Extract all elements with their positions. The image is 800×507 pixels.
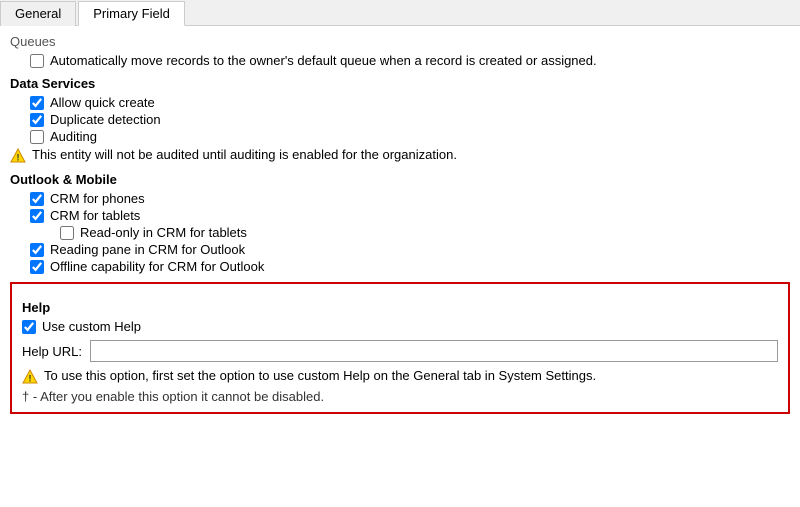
use-custom-help-checkbox[interactable] [22, 320, 36, 334]
duplicate-detection-label: Duplicate detection [50, 112, 161, 127]
auditing-checkbox[interactable] [30, 130, 44, 144]
crm-phones-row: CRM for phones [30, 191, 790, 206]
help-url-row: Help URL: [22, 340, 778, 362]
use-custom-help-label: Use custom Help [42, 319, 141, 334]
queues-label: Queues [10, 34, 790, 49]
auditing-warning-text: This entity will not be audited until au… [32, 147, 457, 162]
use-custom-help-row: Use custom Help [22, 319, 778, 334]
readonly-tablets-label: Read-only in CRM for tablets [80, 225, 247, 240]
crm-tablets-row: CRM for tablets [30, 208, 790, 223]
offline-capability-label: Offline capability for CRM for Outlook [50, 259, 264, 274]
main-content: Queues Automatically move records to the… [0, 26, 800, 424]
readonly-tablets-row: Read-only in CRM for tablets [60, 225, 790, 240]
svg-text:!: ! [29, 374, 32, 384]
crm-tablets-label: CRM for tablets [50, 208, 140, 223]
data-services-header: Data Services [10, 76, 790, 91]
outlook-mobile-header: Outlook & Mobile [10, 172, 790, 187]
tabs-bar: General Primary Field [0, 0, 800, 26]
svg-text:!: ! [17, 153, 20, 163]
help-url-input[interactable] [90, 340, 778, 362]
auditing-row: Auditing [30, 129, 790, 144]
readonly-tablets-checkbox[interactable] [60, 226, 74, 240]
auditing-label: Auditing [50, 129, 97, 144]
auto-move-row: Automatically move records to the owner'… [30, 53, 790, 68]
allow-quick-create-label: Allow quick create [50, 95, 155, 110]
help-section: Help Use custom Help Help URL: ! To use … [10, 282, 790, 414]
help-url-label: Help URL: [22, 344, 82, 359]
allow-quick-create-checkbox[interactable] [30, 96, 44, 110]
help-warning-text: To use this option, first set the option… [44, 368, 596, 383]
crm-phones-label: CRM for phones [50, 191, 145, 206]
reading-pane-row: Reading pane in CRM for Outlook [30, 242, 790, 257]
crm-phones-checkbox[interactable] [30, 192, 44, 206]
warning-icon: ! [10, 148, 26, 164]
tab-general[interactable]: General [0, 1, 76, 26]
help-warning-icon: ! [22, 369, 38, 385]
crm-tablets-checkbox[interactable] [30, 209, 44, 223]
reading-pane-label: Reading pane in CRM for Outlook [50, 242, 245, 257]
tab-primary-field[interactable]: Primary Field [78, 1, 185, 26]
duplicate-detection-checkbox[interactable] [30, 113, 44, 127]
duplicate-detection-row: Duplicate detection [30, 112, 790, 127]
auto-move-label: Automatically move records to the owner'… [50, 53, 597, 68]
help-warning-row: ! To use this option, first set the opti… [22, 368, 778, 385]
help-note: † - After you enable this option it cann… [22, 389, 778, 404]
reading-pane-checkbox[interactable] [30, 243, 44, 257]
offline-capability-row: Offline capability for CRM for Outlook [30, 259, 790, 274]
allow-quick-create-row: Allow quick create [30, 95, 790, 110]
help-header: Help [22, 300, 778, 315]
auditing-warning-row: ! This entity will not be audited until … [10, 147, 790, 164]
offline-capability-checkbox[interactable] [30, 260, 44, 274]
auto-move-checkbox[interactable] [30, 54, 44, 68]
